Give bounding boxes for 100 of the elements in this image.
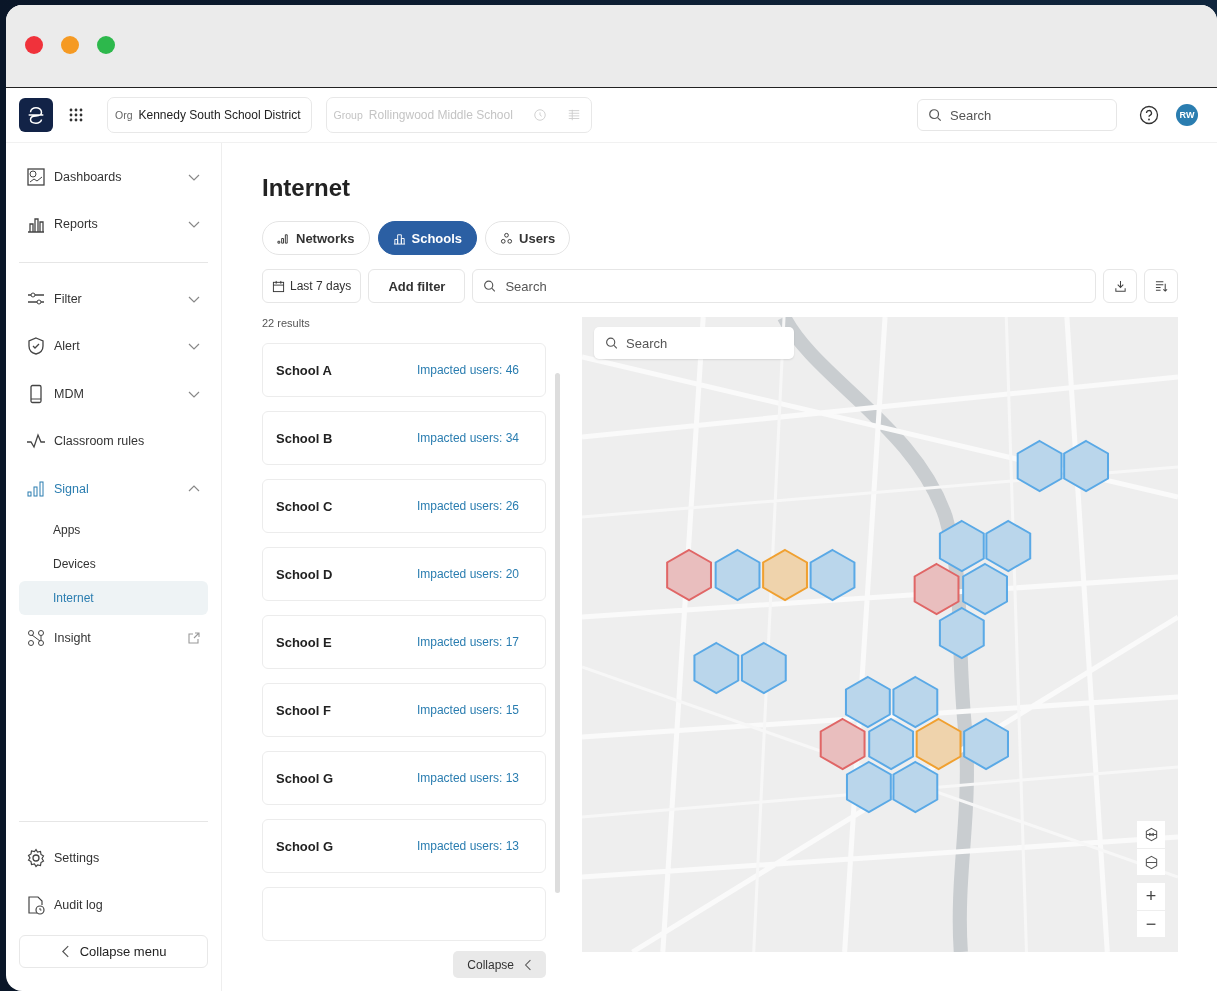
sidebar-item[interactable]: Settings <box>19 834 208 882</box>
zoom-out-button[interactable]: − <box>1137 910 1165 937</box>
download-button[interactable] <box>1103 269 1137 303</box>
download-icon <box>1113 279 1127 293</box>
sidebar-subitem[interactable]: Devices <box>19 546 208 581</box>
chevron-left-icon <box>60 945 70 958</box>
sort-icon <box>1154 279 1168 293</box>
search-field[interactable]: Search <box>472 269 1096 303</box>
school-name: School G <box>276 838 334 854</box>
school-name: School C <box>276 498 333 514</box>
hexagon-marker[interactable] <box>892 675 939 729</box>
impacted-users: Impacted users: 26 <box>416 499 519 513</box>
hexagon-marker[interactable] <box>985 519 1032 573</box>
sidebar-item[interactable]: MDM <box>19 370 208 418</box>
tab[interactable]: Users <box>485 221 571 255</box>
school-name: School G <box>276 770 334 786</box>
apps-grid-icon[interactable] <box>69 108 83 122</box>
school-card[interactable]: School G Impacted users: 13 <box>262 819 546 873</box>
page-title: Internet <box>262 174 351 202</box>
date-range-button[interactable]: Last 7 days <box>262 269 362 303</box>
sidebar-subitem[interactable]: Internet <box>19 580 208 615</box>
sort-button[interactable] <box>1144 269 1178 303</box>
list-icon <box>566 108 581 122</box>
school-card[interactable]: School C Impacted users: 26 <box>262 479 546 533</box>
impacted-users: Impacted users: 13 <box>416 771 519 785</box>
hexagon-marker[interactable] <box>666 548 712 602</box>
dashboard-icon <box>26 166 46 187</box>
impacted-users: Impacted users: 15 <box>416 703 519 717</box>
map-search-field[interactable]: Search <box>594 327 794 359</box>
signal-bars-icon <box>277 231 290 245</box>
hexagon-icon <box>1143 827 1159 842</box>
sidebar-item[interactable]: Signal <box>19 465 208 513</box>
sidebar-item[interactable]: Audit log <box>19 881 208 929</box>
sidebar-item[interactable]: Filter <box>19 275 208 323</box>
chevron-left-icon <box>524 958 532 971</box>
hexagon-marker[interactable] <box>845 760 892 814</box>
people-icon <box>500 231 514 245</box>
hexagon-marker[interactable] <box>809 548 856 602</box>
school-name: School B <box>276 430 333 446</box>
external-link-icon <box>187 631 201 646</box>
clock-icon <box>532 108 547 122</box>
school-card[interactable]: School E Impacted users: 17 <box>262 615 546 669</box>
hexagon-marker[interactable] <box>913 562 960 616</box>
hexagon-marker[interactable] <box>1063 439 1109 493</box>
tab[interactable]: Schools <box>377 221 478 255</box>
sidebar-item[interactable]: Dashboards <box>19 153 208 201</box>
hexagon-layer-button[interactable] <box>1137 848 1165 875</box>
hexagon-marker[interactable] <box>740 641 787 695</box>
hexagon-marker[interactable] <box>819 717 866 771</box>
user-avatar[interactable]: RW <box>1176 104 1198 126</box>
signal-bars-icon <box>26 478 46 499</box>
minimize-dot-icon[interactable] <box>61 36 79 54</box>
sidebar-item[interactable]: Reports <box>19 200 208 248</box>
hexagon-marker[interactable] <box>844 675 891 729</box>
gear-icon <box>26 847 46 868</box>
impacted-users: Impacted users: 13 <box>416 839 519 853</box>
app-logo-icon[interactable] <box>19 98 53 132</box>
building-icon <box>392 231 406 245</box>
school-name: School A <box>276 362 332 378</box>
sidebar-item[interactable]: Insight <box>19 614 208 662</box>
school-name: School D <box>276 566 333 582</box>
nodes-icon <box>26 628 46 649</box>
add-filter-button[interactable]: Add filter <box>368 269 466 303</box>
impacted-users: Impacted users: 46 <box>416 363 519 377</box>
hexagon-marker[interactable] <box>868 717 915 771</box>
hexagon-marker[interactable] <box>938 606 985 660</box>
hexagon-marker[interactable] <box>1016 439 1063 493</box>
sidebar-subitem[interactable]: Apps <box>19 512 208 547</box>
hexagon-marker[interactable] <box>714 548 761 602</box>
scrollbar-thumb[interactable] <box>555 373 560 893</box>
hexagon-marker[interactable] <box>892 760 939 814</box>
collapse-menu-button[interactable]: Collapse menu <box>19 935 208 968</box>
school-card[interactable]: School G Impacted users: 13 <box>262 751 546 805</box>
search-field[interactable]: Search <box>917 99 1117 131</box>
org-selector[interactable]: Org Kennedy South School District <box>107 97 312 133</box>
sidebar-item[interactable]: Alert <box>19 322 208 370</box>
hexagon-marker[interactable] <box>963 717 1009 771</box>
hexagon-icon <box>1143 854 1159 870</box>
school-card[interactable]: School D Impacted users: 20 <box>262 547 546 601</box>
tab[interactable]: Networks <box>262 221 370 255</box>
close-dot-icon[interactable] <box>25 36 43 54</box>
shield-check-icon <box>26 336 46 357</box>
hexagon-marker[interactable] <box>938 519 985 573</box>
school-card[interactable]: School B Impacted users: 34 <box>262 411 546 465</box>
school-name: School E <box>276 634 332 650</box>
impacted-users: Impacted users: 20 <box>416 567 519 581</box>
hexagon-marker[interactable] <box>962 562 1008 616</box>
calendar-icon <box>272 279 285 293</box>
hexagon-marker[interactable] <box>762 548 808 602</box>
hexagon-marker[interactable] <box>693 641 740 695</box>
collapse-button[interactable]: Collapse <box>453 951 546 978</box>
school-card[interactable]: School F Impacted users: 15 <box>262 683 546 737</box>
document-clock-icon <box>26 895 46 916</box>
hexagon-marker[interactable] <box>915 717 962 771</box>
maximize-dot-icon[interactable] <box>97 36 115 54</box>
school-card[interactable]: School A Impacted users: 46 <box>262 343 546 397</box>
school-name: School F <box>276 702 331 718</box>
help-icon[interactable] <box>1139 105 1159 125</box>
impacted-users: Impacted users: 34 <box>416 431 519 445</box>
sidebar-item[interactable]: Classroom rules <box>19 417 208 465</box>
